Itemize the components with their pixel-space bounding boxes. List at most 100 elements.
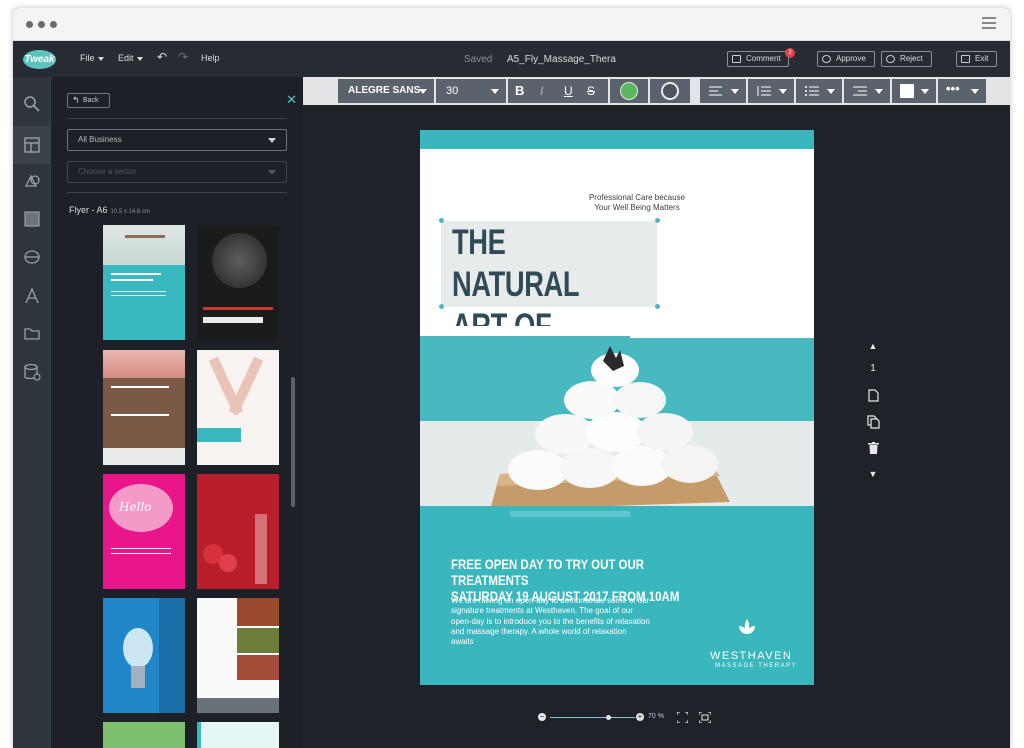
align-left-icon: [709, 86, 722, 96]
italic-button[interactable]: I: [540, 79, 543, 103]
close-icon[interactable]: ✕: [286, 92, 297, 108]
document-name[interactable]: A5_Fly_Massage_Thera: [507, 54, 616, 65]
redo-icon[interactable]: ↷: [178, 50, 188, 64]
templates-panel: ↰ Back ✕ All Business Choose a sector Fl…: [51, 77, 303, 748]
search-icon[interactable]: [22, 94, 42, 114]
bullet-list-icon: [805, 86, 819, 96]
zoom-in-icon[interactable]: +: [636, 713, 644, 721]
zoom-controls: − + 70 %: [538, 710, 728, 726]
outline-color-button[interactable]: [650, 79, 690, 103]
comment-button[interactable]: Comment: [727, 51, 789, 67]
section-size: 10.5 x 14.8 cm: [110, 209, 150, 215]
tagline-line-1: Professional Care because: [588, 193, 686, 202]
lotus-icon: [739, 619, 755, 634]
line-spacing-icon: [757, 86, 771, 96]
list-select[interactable]: [796, 79, 842, 103]
reject-label: Reject: [900, 54, 923, 63]
undo-icon[interactable]: ↶: [157, 50, 167, 64]
chevron-down-icon: [827, 89, 835, 94]
background-icon[interactable]: [22, 209, 42, 229]
menu-file[interactable]: File: [80, 53, 104, 63]
hamburger-menu-icon[interactable]: [982, 17, 996, 31]
back-button[interactable]: ↰ Back: [67, 93, 110, 108]
zoom-slider[interactable]: [550, 717, 635, 718]
template-thumbnail[interactable]: [197, 722, 279, 748]
more-options-button[interactable]: •••: [938, 79, 986, 103]
font-size-value: 30: [446, 85, 459, 97]
layers-icon[interactable]: [22, 247, 42, 267]
tagline-line-2: Your Well Being Matters: [594, 203, 680, 212]
indent-icon: [853, 86, 867, 96]
resize-handle[interactable]: [655, 304, 660, 309]
flyer-tagline[interactable]: Professional Care because Your Well Bein…: [420, 193, 814, 213]
database-icon[interactable]: [22, 362, 42, 382]
towels-photo[interactable]: [420, 326, 814, 532]
template-thumbnail[interactable]: [197, 598, 279, 713]
menu-edit[interactable]: Edit: [118, 53, 143, 63]
text-icon[interactable]: [22, 286, 42, 306]
format-toolbar: ALEGRE SANS 30 B I U S •••: [303, 77, 1010, 105]
save-status: Saved: [464, 54, 493, 65]
window-dot: [38, 21, 45, 28]
strikethrough-button[interactable]: S: [587, 79, 595, 103]
app-logo[interactable]: Tweak: [23, 50, 56, 69]
template-thumbnail[interactable]: Hello: [103, 474, 185, 589]
check-circle-icon: [822, 55, 831, 63]
fill-color-select[interactable]: [892, 79, 936, 103]
panel-scrollbar[interactable]: [291, 377, 295, 507]
bold-button[interactable]: B: [515, 79, 524, 103]
zoom-out-icon[interactable]: −: [538, 713, 546, 721]
template-thumbnail[interactable]: [197, 474, 279, 589]
headline-line-1: THE NATURAL: [452, 223, 580, 304]
zoom-slider-knob[interactable]: [605, 715, 611, 720]
template-thumbnail[interactable]: [103, 350, 185, 465]
chevron-down-icon: [268, 138, 276, 143]
duplicate-page-icon[interactable]: [863, 415, 883, 432]
shapes-icon[interactable]: [22, 171, 42, 191]
template-thumbnail[interactable]: [103, 598, 185, 713]
template-thumbnail[interactable]: [103, 225, 185, 340]
section-title-text: Flyer - A6: [69, 205, 108, 215]
align-select[interactable]: [700, 79, 746, 103]
template-thumbnail[interactable]: [197, 350, 279, 465]
menu-help[interactable]: Help: [201, 53, 220, 63]
text-color-swatch: [620, 82, 638, 100]
resize-handle[interactable]: [439, 218, 444, 223]
flyer-body-text[interactable]: We are having an open-day to demonstrate…: [451, 596, 651, 647]
resize-handle[interactable]: [655, 218, 660, 223]
template-thumbnail[interactable]: [197, 225, 279, 340]
resize-handle[interactable]: [439, 304, 444, 309]
template-thumbnail[interactable]: [103, 722, 185, 748]
fit-screen-icon[interactable]: [677, 712, 688, 723]
font-size-select[interactable]: 30: [436, 79, 506, 103]
font-family-value: ALEGRE SANS: [348, 85, 421, 96]
chevron-down-icon: [875, 89, 883, 94]
font-family-select[interactable]: ALEGRE SANS: [338, 79, 434, 103]
app-header: Tweak File Edit ↶ ↷ Help Saved A5_Fly_Ma…: [13, 41, 1010, 77]
flyer-page[interactable]: Professional Care because Your Well Bein…: [420, 130, 814, 685]
chevron-down-icon: [779, 89, 787, 94]
sector-select[interactable]: Choose a sector: [67, 161, 287, 183]
brand-name: WESTHAVEN: [710, 650, 793, 662]
indent-select[interactable]: [844, 79, 890, 103]
browser-window: Tweak File Edit ↶ ↷ Help Saved A5_Fly_Ma…: [13, 8, 1010, 748]
menu-edit-label: Edit: [118, 53, 134, 63]
text-color-button[interactable]: [610, 79, 648, 103]
delete-page-icon[interactable]: [863, 442, 883, 457]
add-page-icon[interactable]: [863, 389, 883, 405]
chevron-down-icon: [921, 89, 929, 94]
business-filter-select[interactable]: All Business: [67, 129, 287, 151]
line-spacing-select[interactable]: [748, 79, 794, 103]
exit-button[interactable]: Exit: [956, 51, 997, 67]
folder-icon[interactable]: [22, 323, 42, 343]
underline-button[interactable]: U: [564, 79, 573, 103]
outline-color-swatch: [661, 82, 679, 100]
page-up-icon[interactable]: ▲: [863, 341, 883, 351]
approve-button[interactable]: Approve: [817, 51, 875, 67]
templates-icon[interactable]: [13, 126, 51, 164]
canvas-area: Professional Care because Your Well Bein…: [303, 105, 1010, 748]
reject-button[interactable]: Reject: [881, 51, 932, 67]
section-title: Flyer - A6 10.5 x 14.8 cm: [69, 205, 150, 215]
fullscreen-icon[interactable]: [699, 712, 711, 723]
page-down-icon[interactable]: ▼: [863, 469, 883, 479]
